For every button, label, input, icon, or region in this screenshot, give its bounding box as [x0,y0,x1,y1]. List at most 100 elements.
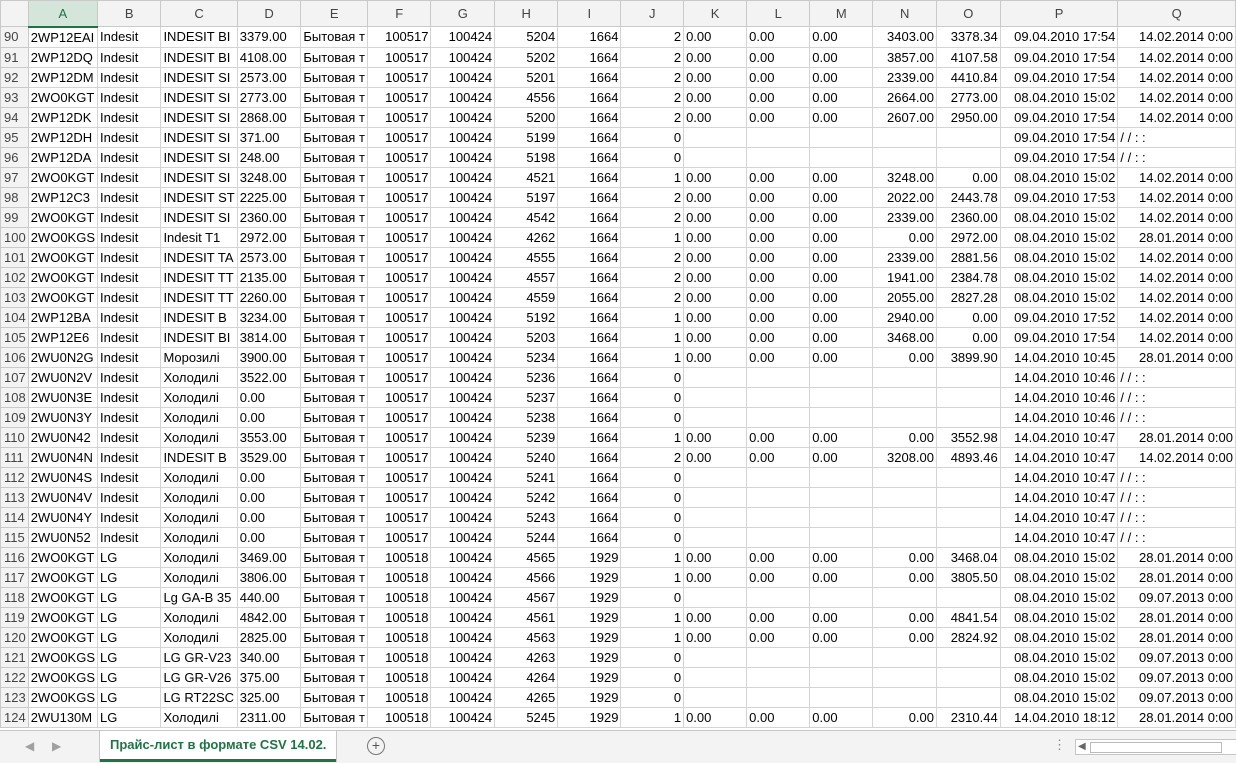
cell-k[interactable] [683,666,748,688]
column-header-a[interactable]: A [27,0,99,28]
cell-n[interactable] [872,506,938,528]
cell-j[interactable]: 0 [620,146,685,168]
column-header-e[interactable]: E [300,0,368,27]
cell-g[interactable]: 100424 [430,106,496,128]
cell-g[interactable]: 100424 [430,346,496,368]
cell-f[interactable]: 100518 [366,586,432,608]
cell-p[interactable]: 14.04.2010 10:47 [999,426,1119,448]
row-header[interactable]: 106 [0,346,29,368]
cell-h[interactable]: 4566 [494,566,559,588]
cell-i[interactable]: 1664 [557,406,622,428]
cell-a[interactable]: 2WO0KGT [27,206,99,228]
cell-k[interactable]: 0.00 [683,166,748,188]
cell-c[interactable]: Холодилі [160,426,238,448]
cell-h[interactable]: 4561 [494,606,559,628]
cell-n[interactable]: 3857.00 [872,46,938,68]
cell-n[interactable]: 0.00 [872,226,938,248]
cell-e[interactable]: Бытовая т [300,246,368,268]
cell-p[interactable]: 08.04.2010 15:02 [999,226,1119,248]
horizontal-scrollbar[interactable]: ◀ [1075,739,1236,755]
cell-j[interactable]: 1 [620,706,685,728]
cell-c[interactable]: Холодилі [160,626,238,648]
cell-k[interactable]: 0.00 [683,266,748,288]
row-header[interactable]: 109 [0,406,29,428]
cell-d[interactable]: 3248.00 [236,166,302,188]
cell-n[interactable]: 3403.00 [872,26,938,48]
cell-q[interactable]: / / : : [1117,126,1236,148]
cell-o[interactable]: 2384.78 [936,266,1001,288]
cell-f[interactable]: 100517 [366,166,432,188]
cell-j[interactable]: 1 [620,426,685,448]
cell-d[interactable]: 0.00 [236,406,302,428]
cell-k[interactable] [683,366,748,388]
cell-f[interactable]: 100517 [366,326,432,348]
cell-q[interactable]: 28.01.2014 0:00 [1117,226,1236,248]
row-header[interactable]: 108 [0,386,29,408]
cell-m[interactable]: 0.00 [809,166,874,188]
cell-n[interactable] [872,386,938,408]
cell-j[interactable]: 1 [620,226,685,248]
cell-c[interactable]: Холодилі [160,526,238,548]
cell-b[interactable]: Indesit [96,86,162,108]
cell-l[interactable]: 0.00 [746,26,811,48]
cell-i[interactable]: 1664 [557,106,622,128]
cell-g[interactable]: 100424 [430,486,496,508]
cell-c[interactable]: INDESIT TT [160,266,238,288]
cell-k[interactable]: 0.00 [683,626,748,648]
cell-m[interactable]: 0.00 [809,706,874,728]
cell-g[interactable]: 100424 [430,706,496,728]
cell-f[interactable]: 100518 [366,546,432,568]
cell-p[interactable]: 08.04.2010 15:02 [999,546,1119,568]
cell-n[interactable] [872,646,938,668]
cell-j[interactable]: 2 [620,446,685,468]
cell-l[interactable] [746,506,811,528]
cell-d[interactable]: 0.00 [236,486,302,508]
cell-e[interactable]: Бытовая т [300,446,368,468]
cell-k[interactable] [683,586,748,608]
cell-h[interactable]: 5198 [494,146,559,168]
cell-o[interactable]: 2972.00 [936,226,1001,248]
cell-n[interactable]: 0.00 [872,426,938,448]
cell-p[interactable]: 09.04.2010 17:53 [999,186,1119,208]
cell-b[interactable]: LG [96,606,162,628]
cell-h[interactable]: 5242 [494,486,559,508]
cell-l[interactable]: 0.00 [746,46,811,68]
cell-f[interactable]: 100517 [366,206,432,228]
cell-n[interactable]: 3208.00 [872,446,938,468]
cell-m[interactable] [809,366,874,388]
cell-k[interactable]: 0.00 [683,106,748,128]
cell-f[interactable]: 100517 [366,226,432,248]
cell-j[interactable]: 0 [620,386,685,408]
row-header[interactable]: 98 [0,186,29,208]
cell-i[interactable]: 1929 [557,566,622,588]
cell-n[interactable]: 2664.00 [872,86,938,108]
cell-l[interactable]: 0.00 [746,186,811,208]
cell-q[interactable]: / / : : [1117,506,1236,528]
cell-g[interactable]: 100424 [430,446,496,468]
cell-j[interactable]: 1 [620,606,685,628]
cell-f[interactable]: 100517 [366,526,432,548]
cell-a[interactable]: 2WU0N4V [27,486,99,508]
cell-f[interactable]: 100517 [366,486,432,508]
cell-c[interactable]: INDESIT SI [160,126,238,148]
cell-p[interactable]: 08.04.2010 15:02 [999,606,1119,628]
cell-f[interactable]: 100517 [366,426,432,448]
cell-b[interactable]: LG [96,646,162,668]
cell-b[interactable]: Indesit [96,406,162,428]
cell-a[interactable]: 2WO0KGS [27,226,99,248]
cell-p[interactable]: 09.04.2010 17:54 [999,26,1119,48]
cell-f[interactable]: 100517 [366,146,432,168]
cell-f[interactable]: 100517 [366,406,432,428]
cell-l[interactable]: 0.00 [746,326,811,348]
cell-p[interactable]: 14.04.2010 10:47 [999,526,1119,548]
cell-q[interactable]: 28.01.2014 0:00 [1117,346,1236,368]
cell-d[interactable]: 0.00 [236,386,302,408]
cell-g[interactable]: 100424 [430,86,496,108]
cell-e[interactable]: Бытовая т [300,186,368,208]
cell-n[interactable]: 2339.00 [872,66,938,88]
cell-d[interactable]: 340.00 [236,646,302,668]
cell-l[interactable] [746,386,811,408]
cell-q[interactable]: 28.01.2014 0:00 [1117,626,1236,648]
cell-j[interactable]: 0 [620,506,685,528]
cell-q[interactable]: 14.02.2014 0:00 [1117,46,1236,68]
